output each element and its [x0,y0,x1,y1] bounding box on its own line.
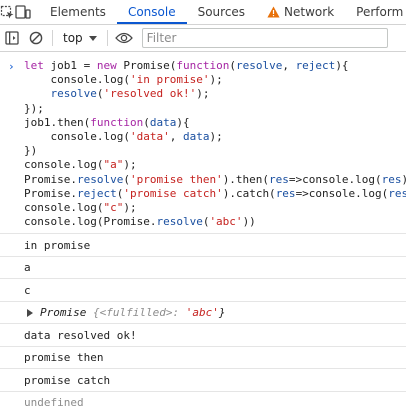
promise-state: {<fulfilled>: [92,306,180,319]
return-value: undefined [24,396,84,410]
code-line: }); [24,101,44,115]
code-lines: let job1 = new Promise(function(resolve,… [24,59,406,229]
filter-input[interactable] [141,28,388,48]
code-line: console.log('data', data); [24,129,223,143]
toolbar-separator [106,30,108,46]
promise-value: 'abc' [185,306,219,319]
promise-name: Promise [40,306,87,319]
console-log-row: data resolved ok! [0,324,406,347]
inspect-element-icon[interactable] [0,0,15,24]
device-toolbar-icon[interactable] [15,0,31,24]
context-selector-label: top [63,31,83,45]
log-text: data resolved ok! [24,328,137,342]
warning-icon [267,6,280,18]
code-line: let job1 = new Promise(function(resolve,… [24,59,349,72]
clear-console-icon[interactable] [24,25,48,52]
devtools-tab-bar: Elements Console Sources Network Perform [0,0,406,25]
sidebar-toggle-icon[interactable] [0,25,24,52]
log-text: promise then [24,351,104,364]
promise-close: } [218,306,226,319]
console-log-row: in promise [0,234,406,257]
tab-console-label: Console [127,5,176,19]
console-input-block[interactable]: › let job1 = new Promise(function(resolv… [0,52,406,235]
code-line: job1.then(function(data){ [24,115,190,129]
code-line: resolve('resolved ok!'); [50,87,210,101]
tab-performance[interactable]: Perform [345,0,406,24]
expand-triangle-icon[interactable] [27,308,33,317]
tab-sources[interactable]: Sources [187,0,256,24]
tab-sources-label: Sources [197,5,246,19]
log-text: promise catch [24,373,111,387]
console-toolbar: top [0,25,406,52]
eye-icon[interactable] [112,25,136,52]
log-text: a [24,261,31,274]
log-text: in promise [24,238,91,252]
context-selector[interactable]: top [57,31,103,45]
prompt-chevron-icon: › [8,60,15,73]
code-line: console.log("c"); [24,200,137,214]
tab-network-label: Network [284,5,335,19]
tab-elements-label: Elements [50,5,106,19]
log-text: c [24,283,31,297]
console-log-row: promise catch [0,369,406,392]
code-line: console.log("a"); [24,158,137,172]
code-line: console.log('in promise'); [24,73,223,87]
console-log-row: c [0,279,406,302]
tab-network[interactable]: Network [256,0,345,24]
return-value-row: undefined [0,392,406,414]
chevron-down-icon [88,35,97,41]
code-line: Promise.reject('promise catch').catch(re… [24,186,406,200]
console-log-row: a [0,257,406,280]
tab-console[interactable]: Console [116,0,187,24]
code-line: Promise.resolve('promise then').then(res… [24,172,406,186]
console-log-row: promise then [0,347,406,370]
code-line: }) [24,144,38,158]
code-line: console.log(Promise.resolve('abc')) [24,215,256,229]
tab-performance-label: Perform [356,5,404,19]
tab-elements[interactable]: Elements [39,0,117,24]
promise-object-row[interactable]: Promise {<fulfilled>: 'abc' } [0,302,406,325]
toolbar-separator [52,30,53,46]
console-panel: › let job1 = new Promise(function(resolv… [0,52,406,414]
